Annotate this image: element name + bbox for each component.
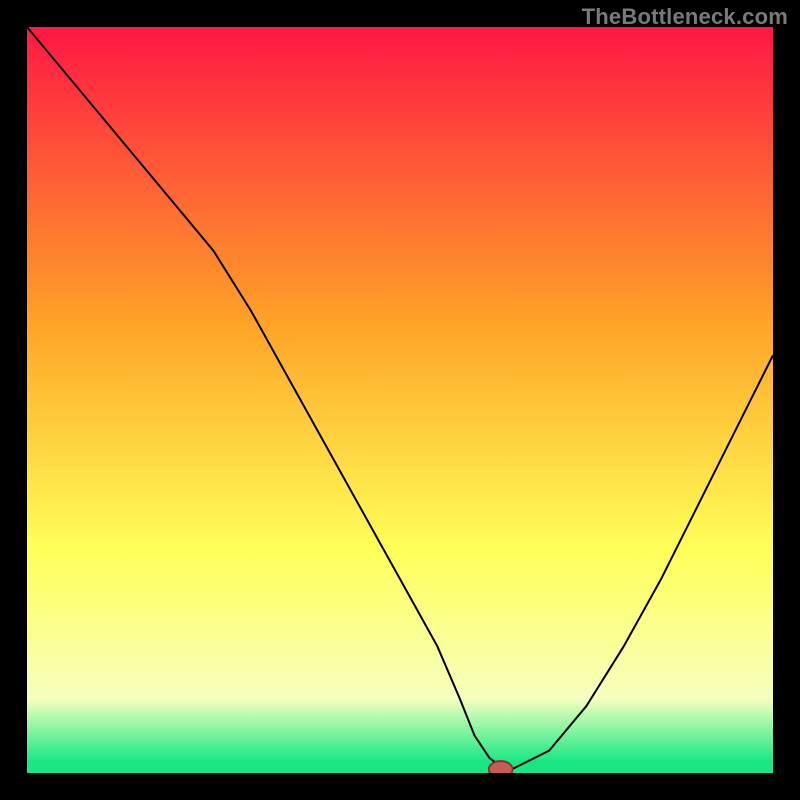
plot-area: [27, 27, 773, 773]
gradient-background: [27, 27, 773, 773]
minimum-marker: [489, 761, 513, 773]
chart-frame: TheBottleneck.com: [0, 0, 800, 800]
chart-svg: [27, 27, 773, 773]
